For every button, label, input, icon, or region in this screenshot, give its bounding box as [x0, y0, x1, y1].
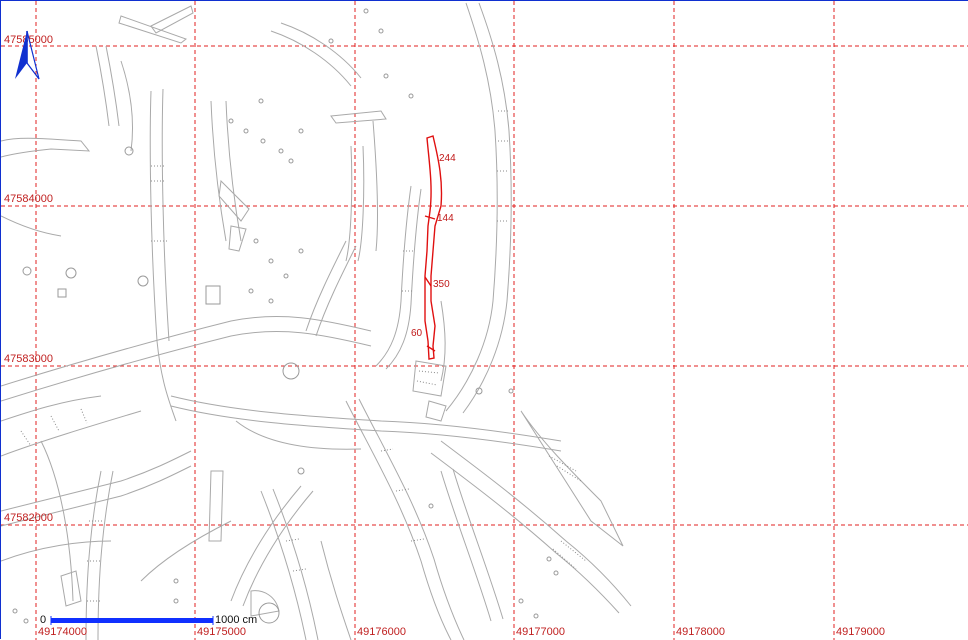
- x-label-49179000: 49179000: [836, 626, 885, 638]
- x-label-49175000: 49175000: [197, 626, 246, 638]
- mine-workings: [1, 2, 632, 640]
- scale-bar: 0 1000 cm: [40, 614, 257, 626]
- segment-label-60: 60: [411, 328, 423, 339]
- map-view[interactable]: 244 144 350 60 47585000 47584000 4758300…: [0, 0, 968, 640]
- highlighted-drift[interactable]: [424, 135, 443, 360]
- survey-points: [12, 8, 559, 624]
- scale-end-label: 1000 cm: [215, 614, 257, 626]
- x-label-49178000: 49178000: [676, 626, 725, 638]
- y-label-47582000: 47582000: [4, 512, 53, 524]
- x-label-49176000: 49176000: [357, 626, 406, 638]
- coordinate-grid: [1, 1, 968, 640]
- x-axis-labels: 49174000 49175000 49176000 49177000 4917…: [38, 626, 885, 638]
- map-canvas[interactable]: 244 144 350 60 47585000 47584000 4758300…: [1, 1, 968, 640]
- x-label-49177000: 49177000: [516, 626, 565, 638]
- y-label-47583000: 47583000: [4, 353, 53, 365]
- x-label-49174000: 49174000: [38, 626, 87, 638]
- y-label-47584000: 47584000: [4, 193, 53, 205]
- segment-label-244: 244: [439, 153, 456, 164]
- segment-label-144: 144: [437, 213, 454, 224]
- segment-label-350: 350: [433, 279, 450, 290]
- scale-bar-fill: [51, 618, 213, 623]
- scale-start-label: 0: [40, 614, 46, 626]
